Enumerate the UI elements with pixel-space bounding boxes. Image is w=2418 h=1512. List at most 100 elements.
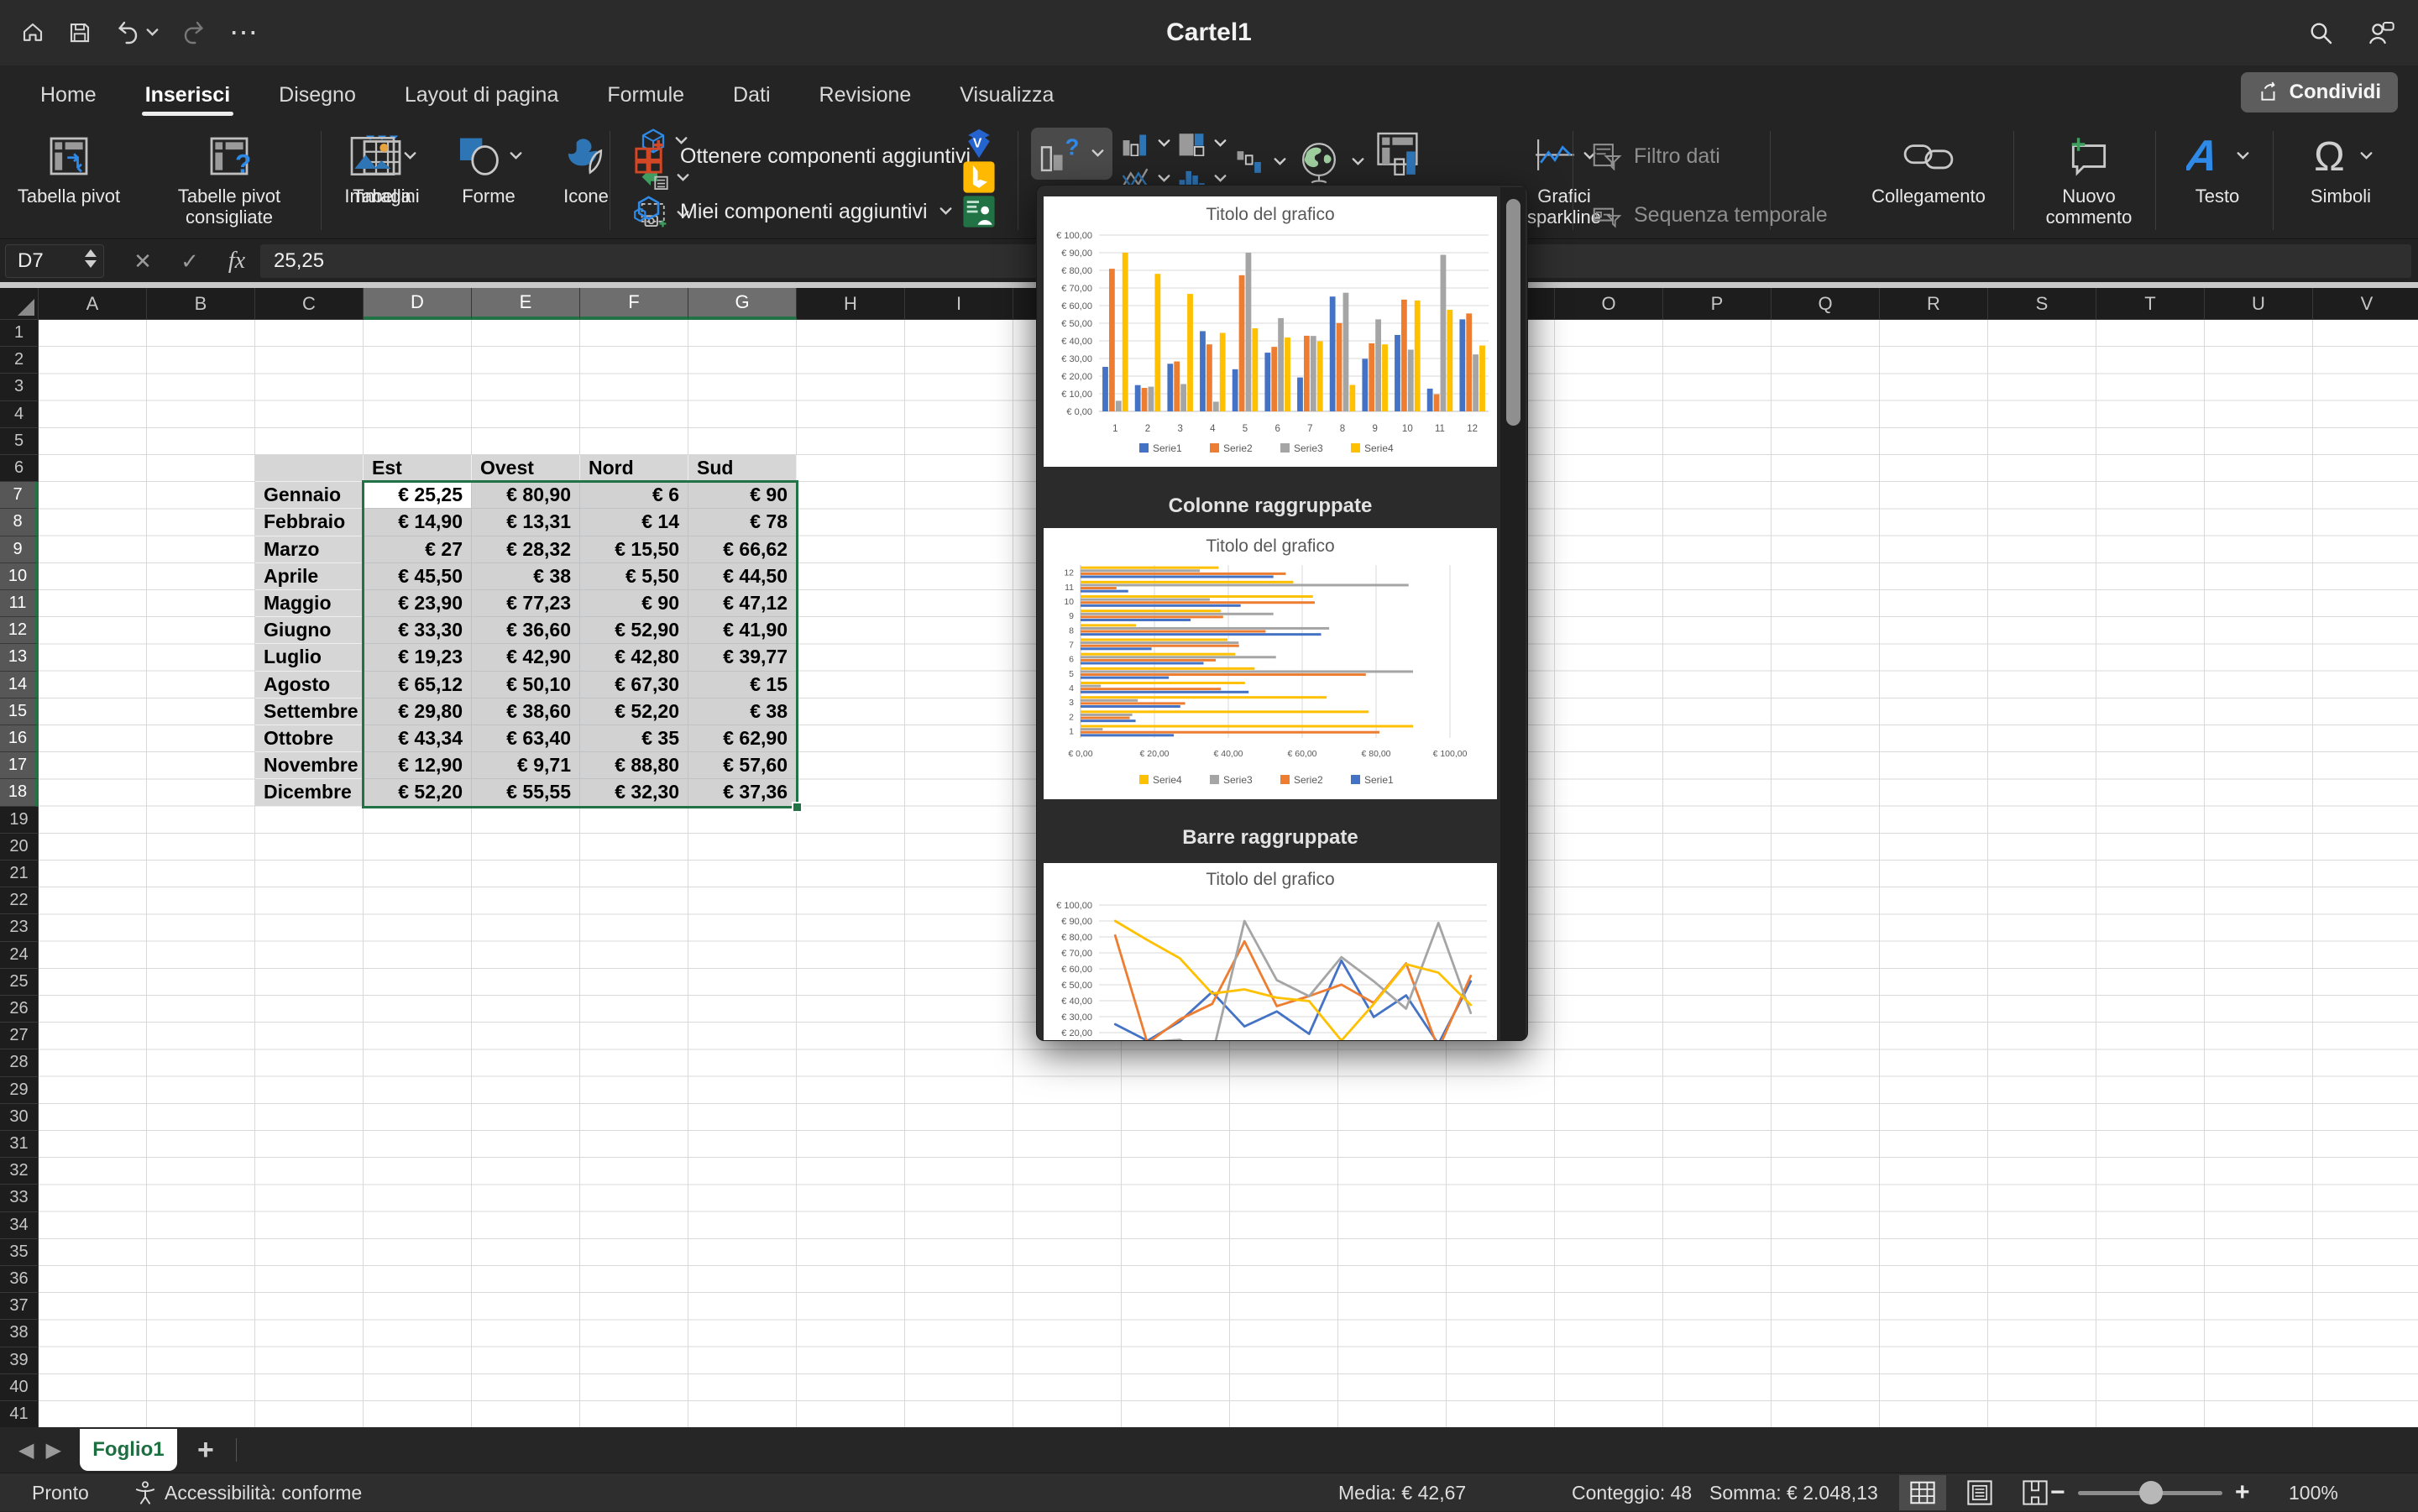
sheet-prev-icon[interactable]: ◀ xyxy=(18,1438,34,1462)
images-button[interactable]: Immagini xyxy=(332,124,432,207)
column-header-C[interactable]: C xyxy=(255,288,364,320)
cell-D10[interactable]: € 45,50 xyxy=(364,563,472,590)
cell-F12[interactable]: € 52,90 xyxy=(580,617,688,644)
cell-D15[interactable]: € 29,80 xyxy=(364,698,472,725)
cell-F6[interactable]: Nord xyxy=(580,455,688,482)
row-header-20[interactable]: 20 xyxy=(0,834,39,861)
cell-F11[interactable]: € 90 xyxy=(580,590,688,617)
insert-function-icon[interactable]: fx xyxy=(213,248,260,275)
cell-C7[interactable]: Gennaio xyxy=(255,482,364,509)
cell-E13[interactable]: € 42,90 xyxy=(472,644,580,671)
status-count[interactable]: Conteggio: 48 xyxy=(1572,1473,1692,1512)
cell-C13[interactable]: Luglio xyxy=(255,644,364,671)
tab-disegno[interactable]: Disegno xyxy=(260,71,374,119)
tab-formule[interactable]: Formule xyxy=(589,71,703,119)
cell-C14[interactable]: Agosto xyxy=(255,672,364,698)
cell-G14[interactable]: € 15 xyxy=(688,672,797,698)
cell-E15[interactable]: € 38,60 xyxy=(472,698,580,725)
row-header-39[interactable]: 39 xyxy=(0,1347,39,1374)
row-header-3[interactable]: 3 xyxy=(0,374,39,400)
cell-F16[interactable]: € 35 xyxy=(580,725,688,752)
cell-E10[interactable]: € 38 xyxy=(472,563,580,590)
tab-visualizza[interactable]: Visualizza xyxy=(941,71,1072,119)
row-header-30[interactable]: 30 xyxy=(0,1104,39,1131)
cell-F15[interactable]: € 52,20 xyxy=(580,698,688,725)
cell-C17[interactable]: Novembre xyxy=(255,752,364,779)
chart-preview-clustered-columns[interactable]: Titolo del grafico€ 0,00€ 10,00€ 20,00€ … xyxy=(1044,196,1497,467)
column-header-R[interactable]: R xyxy=(1880,288,1988,320)
cell-E18[interactable]: € 55,55 xyxy=(472,779,580,806)
sheet-tab-foglio1[interactable]: Foglio1 xyxy=(80,1429,177,1471)
get-addins-button[interactable]: Ottenere componenti aggiuntivi xyxy=(631,133,971,180)
column-header-T[interactable]: T xyxy=(2096,288,2205,320)
shapes-button[interactable]: Forme xyxy=(445,124,532,207)
chart-preview-clustered-bars[interactable]: Titolo del grafico€ 0,00€ 20,00€ 40,00€ … xyxy=(1044,528,1497,799)
row-header-14[interactable]: 14 xyxy=(0,672,39,698)
column-header-B[interactable]: B xyxy=(147,288,255,320)
cell-D17[interactable]: € 12,90 xyxy=(364,752,472,779)
column-chart-button[interactable] xyxy=(1121,131,1170,156)
zoom-slider-thumb[interactable] xyxy=(2139,1481,2163,1504)
row-header-6[interactable]: 6 xyxy=(0,455,39,482)
link-button[interactable]: Collegamento xyxy=(1857,124,2000,207)
cell-G18[interactable]: € 37,36 xyxy=(688,779,797,806)
cell-F13[interactable]: € 42,80 xyxy=(580,644,688,671)
cell-F9[interactable]: € 15,50 xyxy=(580,536,688,563)
row-header-24[interactable]: 24 xyxy=(0,942,39,969)
cell-G13[interactable]: € 39,77 xyxy=(688,644,797,671)
row-header-16[interactable]: 16 xyxy=(0,725,39,752)
cell-G16[interactable]: € 62,90 xyxy=(688,725,797,752)
cell-F10[interactable]: € 5,50 xyxy=(580,563,688,590)
row-header-4[interactable]: 4 xyxy=(0,401,39,428)
recommended-pivot-button[interactable]: ? Tabelle pivot consigliate xyxy=(134,124,324,228)
tab-inserisci[interactable]: Inserisci xyxy=(127,71,249,119)
share-button[interactable]: Condividi xyxy=(2241,72,2398,112)
row-header-18[interactable]: 18 xyxy=(0,779,39,806)
row-header-5[interactable]: 5 xyxy=(0,428,39,455)
cell-F17[interactable]: € 88,80 xyxy=(580,752,688,779)
panel-scrollbar-thumb[interactable] xyxy=(1506,199,1520,426)
row-header-22[interactable]: 22 xyxy=(0,887,39,914)
row-header-36[interactable]: 36 xyxy=(0,1266,39,1293)
cell-E12[interactable]: € 36,60 xyxy=(472,617,580,644)
column-header-A[interactable]: A xyxy=(39,288,147,320)
text-button[interactable]: A Testo xyxy=(2168,124,2267,207)
cell-D6[interactable]: Est xyxy=(364,455,472,482)
cell-D18[interactable]: € 52,20 xyxy=(364,779,472,806)
zoom-level[interactable]: 100% xyxy=(2289,1473,2338,1512)
cell-G15[interactable]: € 38 xyxy=(688,698,797,725)
cell-F7[interactable]: € 6 xyxy=(580,482,688,509)
cell-E6[interactable]: Ovest xyxy=(472,455,580,482)
column-header-O[interactable]: O xyxy=(1555,288,1663,320)
share-presence-icon[interactable] xyxy=(2366,19,2396,46)
cell-G7[interactable]: € 90 xyxy=(688,482,797,509)
tab-home[interactable]: Home xyxy=(22,71,115,119)
view-normal-button[interactable] xyxy=(1899,1475,1946,1510)
cell-G6[interactable]: Sud xyxy=(688,455,797,482)
select-all-corner[interactable] xyxy=(0,288,39,320)
row-header-17[interactable]: 17 xyxy=(0,752,39,779)
new-comment-button[interactable]: Nuovo commento xyxy=(2030,124,2148,228)
row-header-32[interactable]: 32 xyxy=(0,1158,39,1185)
row-header-34[interactable]: 34 xyxy=(0,1212,39,1239)
row-header-26[interactable]: 26 xyxy=(0,996,39,1023)
tab-dati[interactable]: Dati xyxy=(714,71,788,119)
bing-addin-icon[interactable] xyxy=(962,160,996,194)
icons-button[interactable]: Icone xyxy=(546,124,626,207)
row-header-35[interactable]: 35 xyxy=(0,1239,39,1266)
cell-G10[interactable]: € 44,50 xyxy=(688,563,797,590)
cell-F14[interactable]: € 67,30 xyxy=(580,672,688,698)
cell-D12[interactable]: € 33,30 xyxy=(364,617,472,644)
zoom-out-button[interactable]: − xyxy=(2050,1473,2065,1512)
cell-D8[interactable]: € 14,90 xyxy=(364,509,472,536)
column-header-F[interactable]: F xyxy=(580,288,688,320)
cell-F18[interactable]: € 32,30 xyxy=(580,779,688,806)
cell-C6[interactable] xyxy=(255,455,364,482)
column-header-D[interactable]: D xyxy=(364,288,472,320)
row-header-31[interactable]: 31 xyxy=(0,1131,39,1158)
status-sum[interactable]: Somma: € 2.048,13 xyxy=(1709,1473,1878,1512)
waterfall-chart-button[interactable] xyxy=(1235,148,1286,176)
cell-G12[interactable]: € 41,90 xyxy=(688,617,797,644)
cell-C10[interactable]: Aprile xyxy=(255,563,364,590)
cell-E11[interactable]: € 77,23 xyxy=(472,590,580,617)
